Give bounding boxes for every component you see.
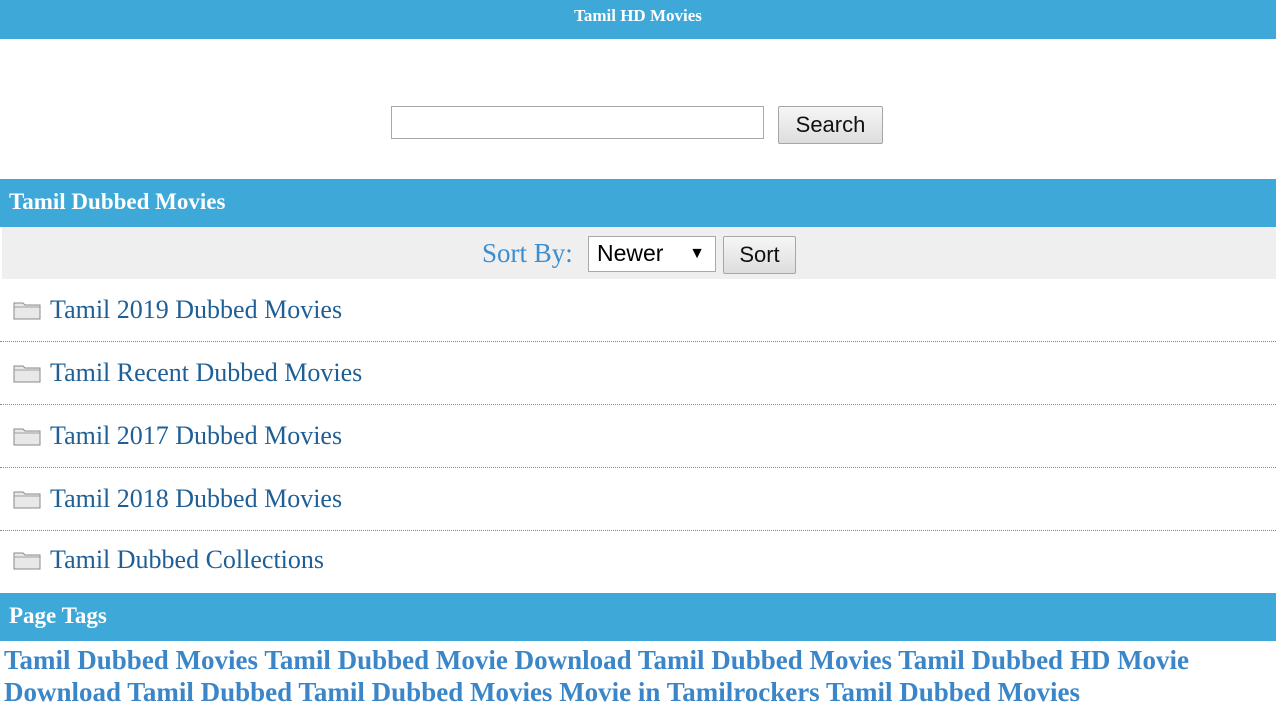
search-input[interactable] (391, 106, 764, 139)
category-link[interactable]: Tamil 2018 Dubbed Movies (50, 484, 342, 514)
tag-link[interactable]: Tamil Dubbed Movie Download (264, 645, 631, 675)
category-item[interactable]: Tamil 2017 Dubbed Movies (0, 405, 1276, 468)
section-title: Tamil Dubbed Movies (9, 189, 226, 214)
search-button[interactable]: Search (778, 106, 883, 144)
folder-icon (13, 552, 41, 570)
tag-link[interactable]: Tamil Dubbed Movies (826, 677, 1080, 707)
page: Tamil HD Movies Search Tamil Dubbed Movi… (0, 0, 1276, 720)
category-item[interactable]: Tamil 2019 Dubbed Movies (0, 279, 1276, 342)
tag-link[interactable]: Tamil Dubbed (127, 677, 292, 707)
category-link[interactable]: Tamil 2017 Dubbed Movies (50, 421, 342, 451)
tag-link[interactable]: Tamil Dubbed Movies (4, 645, 258, 675)
page-tags: Tamil Dubbed Movies Tamil Dubbed Movie D… (0, 641, 1276, 708)
sort-label: Sort By: (482, 238, 573, 268)
category-link[interactable]: Tamil Dubbed Collections (50, 545, 324, 575)
dropdown-arrow-icon: ▼ (689, 245, 705, 262)
site-title[interactable]: Tamil HD Movies (574, 6, 702, 25)
folder-icon (13, 365, 41, 383)
folder-icon (13, 428, 41, 446)
category-item[interactable]: Tamil 2018 Dubbed Movies (0, 468, 1276, 531)
folder-icon (13, 491, 41, 509)
sort-selected-value: Newer (597, 240, 664, 266)
category-link[interactable]: Tamil Recent Dubbed Movies (50, 358, 362, 388)
page-tags-header: Page Tags (0, 593, 1276, 641)
category-link[interactable]: Tamil 2019 Dubbed Movies (50, 295, 342, 325)
site-header: Tamil HD Movies (0, 0, 1276, 39)
page-tags-title: Page Tags (9, 603, 107, 628)
tag-link[interactable]: Tamil Dubbed Movies Movie in Tamilrocker… (298, 677, 819, 707)
section-header: Tamil Dubbed Movies (0, 179, 1276, 227)
sort-select[interactable]: Newer ▼ (588, 236, 716, 272)
sort-bar: Sort By: Newer ▼ Sort (2, 227, 1276, 279)
search-area: Search (0, 39, 1276, 179)
category-list: Tamil 2019 Dubbed Movies Tamil Recent Du… (0, 279, 1276, 589)
folder-icon (13, 302, 41, 320)
tag-link[interactable]: Tamil Dubbed Movies (638, 645, 892, 675)
category-item[interactable]: Tamil Recent Dubbed Movies (0, 342, 1276, 405)
category-item[interactable]: Tamil Dubbed Collections (0, 531, 1276, 589)
sort-button[interactable]: Sort (723, 236, 796, 274)
